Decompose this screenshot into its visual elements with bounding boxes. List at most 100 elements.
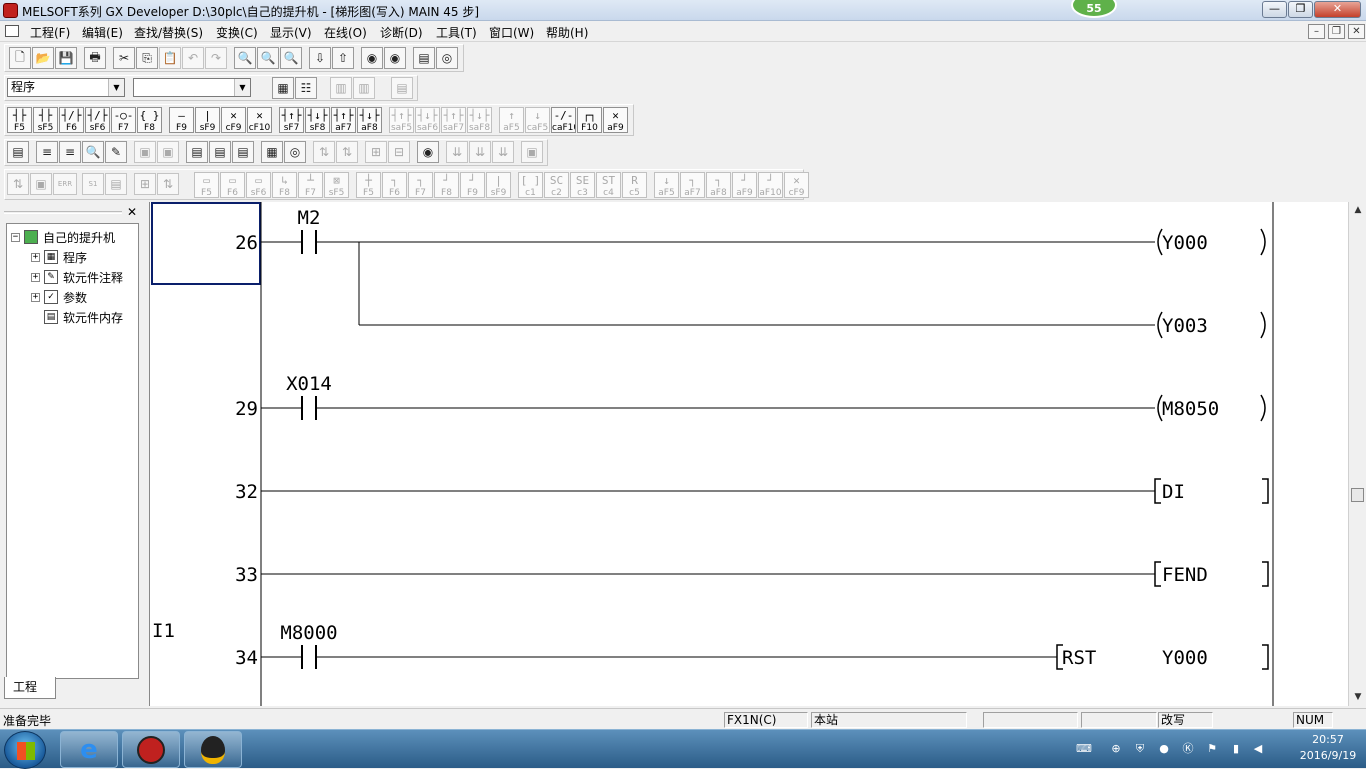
device-key-f7-button[interactable]: ┐ F7 <box>408 172 433 198</box>
copy-icon[interactable]: ⎘ <box>136 47 158 69</box>
pane-grip[interactable] <box>4 211 122 214</box>
menu-edit[interactable]: 编辑(E) <box>82 24 123 41</box>
device-key-f8-button[interactable]: ┘ F8 <box>434 172 459 198</box>
device-key-c3-button[interactable]: SE c3 <box>570 172 595 198</box>
device-key-f5-button[interactable]: ┼ F5 <box>356 172 381 198</box>
add-icon[interactable]: ⊕ <box>1108 741 1124 757</box>
sampling-icon[interactable]: ▣ <box>521 141 543 163</box>
list-view-icon[interactable]: ☷ <box>295 77 317 99</box>
ladder-key-caf5-button[interactable]: ↓ caF5 <box>525 107 550 133</box>
scroll-thumb[interactable] <box>1351 488 1364 502</box>
start-button[interactable] <box>4 731 46 769</box>
ladder-key-sf8-button[interactable]: ┤↓├ sF8 <box>305 107 330 133</box>
cut-icon[interactable]: ✂ <box>113 47 135 69</box>
document-icon[interactable] <box>5 25 19 37</box>
device-key-sf5-button[interactable]: ⊠ sF5 <box>324 172 349 198</box>
menu-convert[interactable]: 变换(C) <box>216 24 258 41</box>
device-key-af5-button[interactable]: ↓ aF5 <box>654 172 679 198</box>
device-key-sf9-button[interactable]: | sF9 <box>486 172 511 198</box>
device-key-af7-button[interactable]: ┐ aF7 <box>680 172 705 198</box>
ladder-key-sf5-button[interactable]: ┤├ sF5 <box>33 107 58 133</box>
edit-icon[interactable]: ✎ <box>105 141 127 163</box>
minimize-button[interactable]: — <box>1262 1 1287 18</box>
shield-icon[interactable]: ⛨ <box>1132 741 1148 757</box>
monitor-icon[interactable]: ◉ <box>417 141 439 163</box>
ladder-key-af7-button[interactable]: ┤↑├ aF7 <box>331 107 356 133</box>
device-key-c4-button[interactable]: ST c4 <box>596 172 621 198</box>
device-key-f7-button[interactable]: ┴ F7 <box>298 172 323 198</box>
sfc-detail-icon[interactable]: ▥ <box>353 77 375 99</box>
step-run-icon[interactable]: ⇊ <box>446 141 468 163</box>
ladder-view-icon[interactable]: ▦ <box>272 77 294 99</box>
device-test-icon[interactable]: ◎ <box>436 47 458 69</box>
device-key-af9-button[interactable]: ┘ aF9 <box>732 172 757 198</box>
ladder-key-sf7-button[interactable]: ┤↑├ sF7 <box>279 107 304 133</box>
ladder-key-saf5-button[interactable]: ┤↑├ saF5 <box>389 107 414 133</box>
sfc-move-icon[interactable]: ⇅ <box>157 173 179 195</box>
taskbar-qq[interactable] <box>184 731 242 768</box>
mdi-minimize-button[interactable]: – <box>1308 24 1325 39</box>
collapse-icon[interactable]: − <box>11 232 20 242</box>
device-key-f8-button[interactable]: ↳ F8 <box>272 172 297 198</box>
monitor-start-icon[interactable]: ◉ <box>361 47 383 69</box>
vertical-scrollbar[interactable]: ▲ ▼ <box>1348 202 1366 706</box>
clock[interactable]: 20:57 2016/9/19 <box>1298 732 1358 764</box>
alias-icon[interactable]: 🔍 <box>82 141 104 163</box>
device-key-c2-button[interactable]: SC c2 <box>544 172 569 198</box>
expand-icon[interactable]: + <box>31 272 40 282</box>
sfc-s1-icon[interactable]: S1 <box>82 173 104 195</box>
scroll-down-icon[interactable]: ▼ <box>1349 689 1366 705</box>
device-batch-icon[interactable]: ▤ <box>413 47 435 69</box>
comment-edit-icon[interactable]: ▤ <box>7 141 29 163</box>
plc-read-icon[interactable]: ⇧ <box>332 47 354 69</box>
menu-online[interactable]: 在线(O) <box>324 24 367 41</box>
ladder-monitor-icon[interactable]: ▤ <box>232 141 254 163</box>
sfc-step-icon[interactable]: ⇅ <box>7 173 29 195</box>
undo-icon[interactable]: ↶ <box>182 47 204 69</box>
ladder-key-f6-button[interactable]: ┤/├ F6 <box>59 107 84 133</box>
tree-item-parameter[interactable]: + ✓ 参数 <box>31 288 87 306</box>
taskbar-gx-developer[interactable] <box>122 731 180 768</box>
tree-root[interactable]: − 自己的提升机 <box>11 228 115 246</box>
find-device-icon[interactable]: 🔍 <box>234 47 256 69</box>
device-key-af8-button[interactable]: ┐ aF8 <box>706 172 731 198</box>
data-type-select[interactable]: 程序 ▼ <box>7 78 125 97</box>
device-key-f9-button[interactable]: ┘ F9 <box>460 172 485 198</box>
ladder-key-f7-button[interactable]: -○- F7 <box>111 107 136 133</box>
menu-help[interactable]: 帮助(H) <box>546 24 588 41</box>
tree-item-program[interactable]: + ▦ 程序 <box>31 248 87 266</box>
device-key-cf9-button[interactable]: ✕ cF9 <box>784 172 809 198</box>
ladder-key-af5-button[interactable]: ↑ aF5 <box>499 107 524 133</box>
device-key-sf6-button[interactable]: ▭ sF6 <box>246 172 271 198</box>
ladder-key-cf9-button[interactable]: ✕ cF9 <box>221 107 246 133</box>
statement-icon[interactable]: ≡ <box>36 141 58 163</box>
device-key-f5-button[interactable]: ▭ F5 <box>194 172 219 198</box>
ladder-key-sf9-button[interactable]: | sF9 <box>195 107 220 133</box>
expand-icon[interactable]: + <box>31 292 40 302</box>
menu-view[interactable]: 显示(V) <box>270 24 312 41</box>
ladder-key-saf7-button[interactable]: ┤↑├ saF7 <box>441 107 466 133</box>
sfc-error-icon[interactable]: ERR <box>53 173 77 195</box>
monitor-write-icon[interactable]: ◉ <box>384 47 406 69</box>
print-icon[interactable]: 🖶 <box>84 47 106 69</box>
read-mode-icon[interactable]: ▣ <box>134 141 156 163</box>
device-key-af10-button[interactable]: ┘ aF10 <box>758 172 783 198</box>
menu-window[interactable]: 窗口(W) <box>489 24 534 41</box>
menu-diagnostics[interactable]: 诊断(D) <box>380 24 423 41</box>
device-key-f6-button[interactable]: ┐ F6 <box>382 172 407 198</box>
tree-item-device-comment[interactable]: + ✎ 软元件注释 <box>31 268 123 286</box>
save-icon[interactable]: 💾 <box>55 47 77 69</box>
scroll-up-icon[interactable]: ▲ <box>1349 202 1366 218</box>
ladder-key-af9-button[interactable]: ✕ aF9 <box>603 107 628 133</box>
device-key-c1-button[interactable]: [ ] c1 <box>518 172 543 198</box>
ladder-key-f9-button[interactable]: — F9 <box>169 107 194 133</box>
close-icon[interactable]: ✕ <box>127 205 137 219</box>
jump-icon[interactable]: ⇅ <box>313 141 335 163</box>
jump-end-icon[interactable]: ⇅ <box>336 141 358 163</box>
label-icon[interactable]: ▤ <box>391 77 413 99</box>
menu-find-replace[interactable]: 查找/替换(S) <box>134 24 203 41</box>
ladder-key-saf6-button[interactable]: ┤↓├ saF6 <box>415 107 440 133</box>
step-end-icon[interactable]: ⇊ <box>492 141 514 163</box>
app-icon[interactable] <box>3 3 18 18</box>
ladder-key-sf6-button[interactable]: ┤/├ sF6 <box>85 107 110 133</box>
